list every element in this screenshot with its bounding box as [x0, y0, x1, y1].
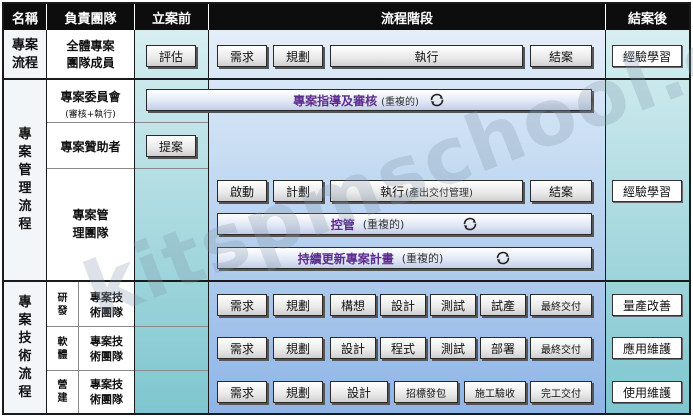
con-step-planning[interactable]: 規劃 [273, 381, 323, 403]
row-name-project-process: 專案 流程 [11, 38, 38, 71]
step-closing[interactable]: 結案 [530, 45, 592, 67]
row-name-management-process: 專 案 管 理 流 程 [18, 127, 32, 232]
header-team: 負責團隊 [47, 4, 134, 30]
post-lessons-learned: 經驗學習 [612, 45, 682, 67]
evaluate-button[interactable]: 評估 [146, 45, 196, 67]
team-committee: 專案委員會 (審核+執行) [47, 84, 134, 120]
sw-step-testing[interactable]: 測試 [430, 337, 476, 359]
post-mass-production: 量產改善 [612, 294, 682, 316]
step-initiating[interactable]: 啟動 [217, 180, 267, 202]
guidance-review-repeat: (重複的) [381, 96, 419, 108]
tech-team-construction: 專案技 術團隊 [90, 378, 123, 406]
divider-row1 [4, 78, 689, 80]
divider-committee [46, 122, 208, 123]
row-name-technical-process: 專 案 技 術 流 程 [18, 295, 32, 400]
post-lessons-learned-pm: 經驗學習 [612, 180, 682, 202]
sw-step-final-delivery[interactable]: 最終交付 [530, 337, 592, 359]
header-post: 結案後 [606, 4, 689, 30]
sw-step-planning[interactable]: 規劃 [273, 337, 323, 359]
cycle-icon [496, 251, 510, 265]
control-repeat: (重複的) [362, 218, 405, 231]
guidance-review-bar[interactable]: 專案指導及審核 (重複的) [146, 89, 592, 111]
header-process: 流程階段 [209, 4, 605, 30]
con-step-tendering[interactable]: 招標發包 [394, 381, 458, 403]
guidance-review-label: 專案指導及審核 [293, 93, 378, 108]
post-usage-maintenance: 使用維護 [612, 381, 682, 403]
rd-step-testing[interactable]: 測試 [430, 294, 476, 316]
tech-kind-rd: 研 發 [57, 293, 68, 317]
sw-step-design[interactable]: 設計 [330, 337, 376, 359]
step-planning[interactable]: 規劃 [273, 45, 323, 67]
tech-kind-software: 軟 體 [57, 337, 68, 361]
step-plan[interactable]: 計劃 [273, 180, 323, 202]
execute-label: 執行 [380, 184, 405, 199]
con-step-design[interactable]: 設計 [330, 381, 388, 403]
sw-step-coding[interactable]: 程式 [380, 337, 426, 359]
committee-label: 專案委員會 [60, 90, 121, 104]
divider-tech1 [46, 326, 208, 327]
team-sponsor: 專案贊助者 [60, 139, 121, 154]
rd-step-concept[interactable]: 構想 [330, 294, 376, 316]
rd-step-requirements[interactable]: 需求 [217, 294, 267, 316]
pre-column [134, 30, 208, 413]
execute-paren: (產出交付管理) [405, 187, 473, 199]
divider-mgmt [4, 280, 689, 282]
sw-step-requirements[interactable]: 需求 [217, 337, 267, 359]
team-all-members: 全體專案 團隊成員 [66, 39, 115, 70]
step-close[interactable]: 結案 [530, 180, 592, 202]
con-step-construction-acceptance[interactable]: 施工驗收 [464, 381, 526, 403]
sw-step-deployment[interactable]: 部署 [480, 337, 526, 359]
step-execution[interactable]: 執行 [330, 45, 523, 67]
step-requirements[interactable]: 需求 [217, 45, 267, 67]
cycle-icon [463, 217, 477, 231]
control-label: 控管 [330, 217, 355, 232]
con-step-completion-delivery[interactable]: 完工交付 [530, 381, 592, 403]
step-execute-deliverables[interactable]: 執行 (產出交付管理) [330, 180, 523, 202]
rd-step-final-delivery[interactable]: 最終交付 [530, 294, 592, 316]
tech-team-software: 專案技 術團隊 [90, 335, 123, 363]
tech-team-rd: 專案技 術團隊 [90, 291, 123, 319]
divider-sponsor [46, 168, 208, 169]
committee-sublabel: (審核+執行) [65, 110, 116, 120]
proposal-button[interactable]: 提案 [146, 135, 196, 157]
rd-step-design[interactable]: 設計 [380, 294, 426, 316]
vline-post [605, 30, 606, 413]
plan-update-label: 持續更新專案計畫 [297, 251, 394, 266]
con-step-requirements[interactable]: 需求 [217, 381, 267, 403]
rd-step-planning[interactable]: 規劃 [273, 294, 323, 316]
plan-update-repeat: (重複的) [401, 252, 444, 265]
cycle-icon [430, 93, 444, 107]
header-name: 名稱 [4, 4, 46, 30]
plan-update-bar[interactable]: 持續更新專案計畫 (重複的) [217, 247, 592, 269]
vline-pre [208, 30, 209, 413]
divider-tech2 [46, 370, 208, 371]
team-pm-team: 專案管 理團隊 [72, 208, 109, 240]
header-pre: 立案前 [135, 4, 208, 30]
post-application-maintenance: 應用維護 [612, 337, 682, 359]
control-bar[interactable]: 控管 (重複的) [217, 213, 592, 235]
tech-kind-construction: 營 建 [57, 380, 68, 404]
vline-team [134, 30, 135, 413]
rd-step-trial-production[interactable]: 試產 [480, 294, 526, 316]
